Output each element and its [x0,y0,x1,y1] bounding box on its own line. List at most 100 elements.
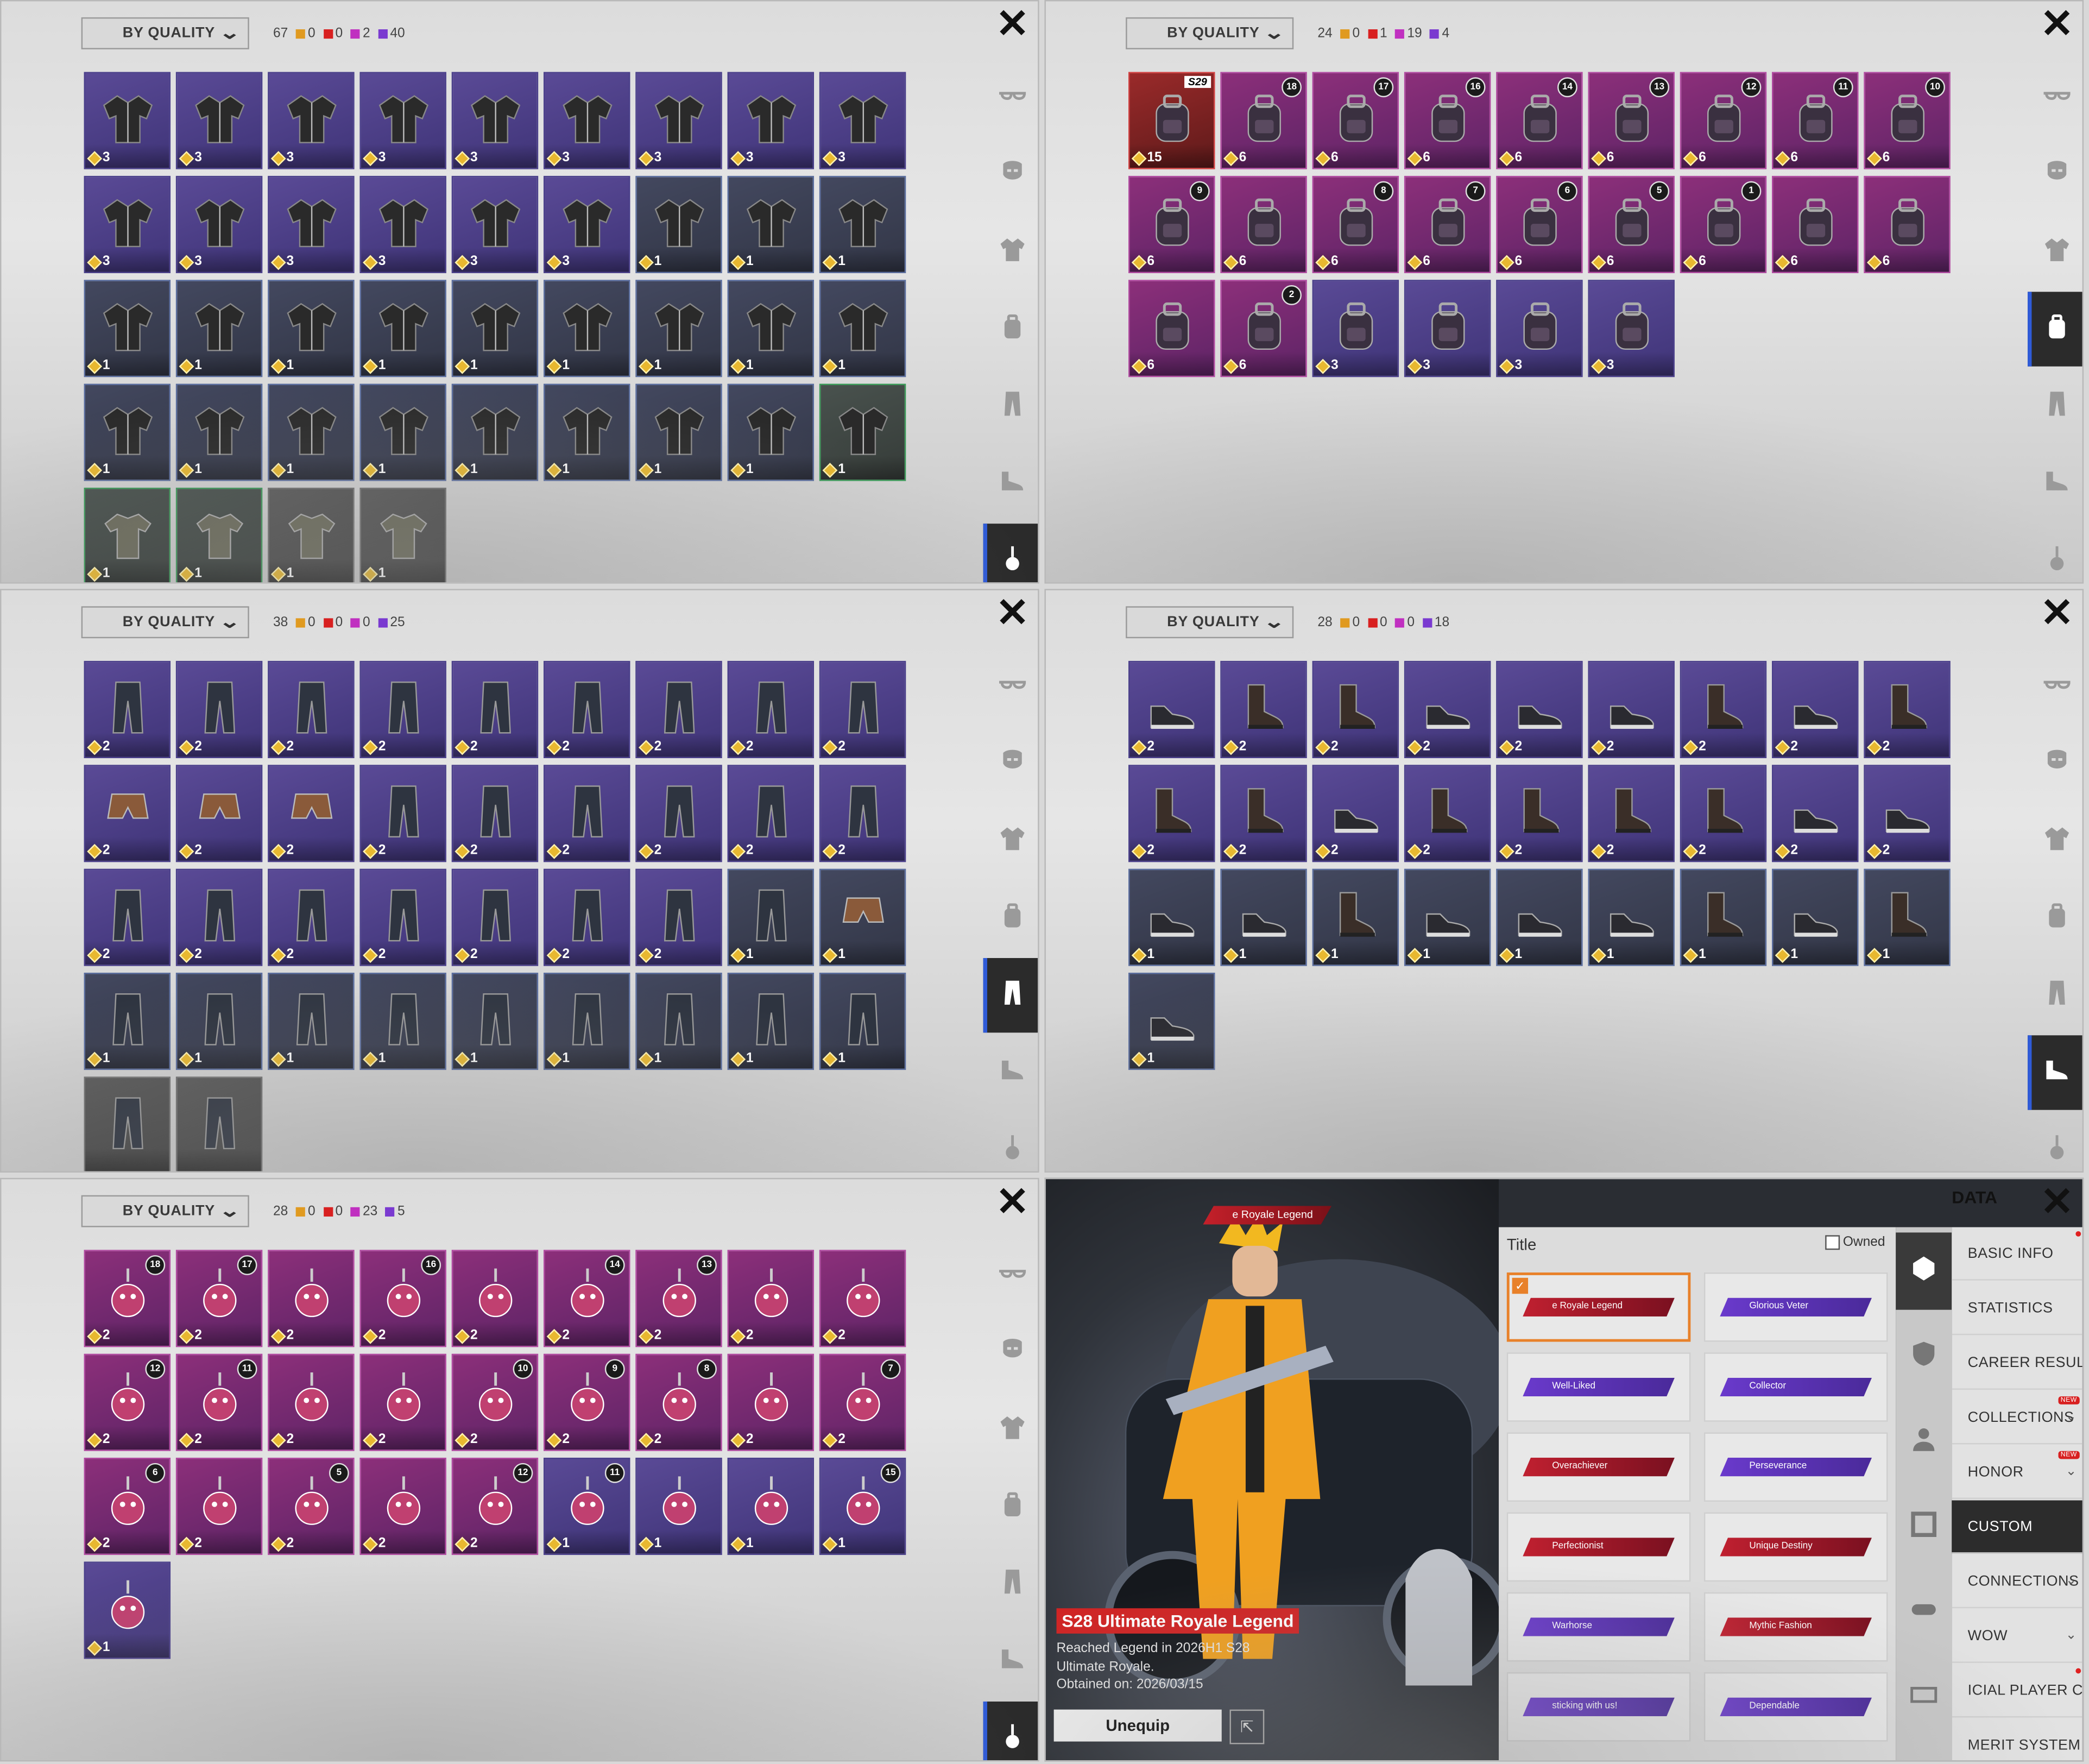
item-slot[interactable]: 1 [635,1458,722,1555]
close-icon[interactable]: ✕ [2040,5,2074,45]
item-slot[interactable]: 3 [543,72,630,169]
sidebar-tab-pendant[interactable] [983,524,1038,583]
item-slot[interactable]: 1 [1312,868,1399,966]
owned-checkbox[interactable] [1825,1235,1840,1250]
item-slot[interactable]: 1 [175,280,263,377]
close-icon[interactable]: ✕ [2040,1182,2074,1223]
item-slot[interactable]: 1 [819,280,906,377]
menu-item[interactable]: HONOR NEW ⌄ [1952,1446,2082,1500]
sidebar-tab-pendant[interactable] [2031,1113,2082,1171]
item-slot[interactable]: 2 [175,765,263,862]
item-slot[interactable]: 2 [175,1458,263,1555]
item-slot[interactable]: 3 [451,175,539,273]
item-slot[interactable]: 1 [1772,868,1859,966]
item-slot[interactable]: 3 [359,175,446,273]
sidebar-tab-jacket[interactable] [987,1393,1038,1467]
custom-tab-frame[interactable] [1896,1488,1952,1565]
item-slot[interactable]: 2 [1680,765,1767,862]
item-slot[interactable]: 1 [268,487,355,583]
item-slot[interactable]: 2 [84,660,171,758]
item-slot[interactable]: 6 13 [1588,72,1675,169]
item-slot[interactable]: 2 [268,765,355,862]
item-slot[interactable]: 2 18 [84,1250,171,1347]
item-slot[interactable]: 67 [1404,175,1491,273]
item-slot[interactable]: 1 [451,280,539,377]
item-slot[interactable]: 6 17 [1312,72,1399,169]
item-slot[interactable]: 68 [1312,175,1399,273]
sidebar-tab-pants[interactable] [987,1547,1038,1621]
item-slot[interactable]: 1 [1588,868,1675,966]
item-slot[interactable]: 3 [1404,280,1491,377]
item-slot[interactable]: 3 [451,72,539,169]
item-slot[interactable]: 1 [451,383,539,481]
item-slot[interactable]: 1 [727,175,815,273]
owned-filter[interactable]: Owned [1825,1235,1885,1250]
item-slot[interactable]: 2 [1496,765,1583,862]
item-slot[interactable]: 3 [84,72,171,169]
item-slot[interactable]: 2 [359,1353,446,1451]
item-slot[interactable]: 1 [727,280,815,377]
menu-item[interactable]: CUSTOM [1952,1500,2082,1554]
title-card[interactable]: sticking with us! [1506,1672,1691,1742]
item-slot[interactable]: 1 [727,868,815,966]
item-slot[interactable]: 1 [1680,868,1767,966]
item-slot[interactable]: 2 [543,765,630,862]
close-icon[interactable]: ✕ [995,5,1030,45]
item-slot[interactable]: 3 [1312,280,1399,377]
item-slot[interactable]: 2 [359,868,446,966]
sidebar-tab-jacket[interactable] [987,215,1038,289]
item-slot[interactable]: 1 [268,972,355,1070]
item-slot[interactable]: 1 [175,972,263,1070]
item-slot[interactable]: 1 [175,383,263,481]
item-slot[interactable]: 2 [1772,660,1859,758]
title-card[interactable]: Warhorse [1506,1592,1691,1662]
item-slot[interactable]: 1 [1128,972,1215,1070]
item-slot[interactable]: 2 [84,765,171,862]
title-card[interactable]: Glorious Veter [1703,1272,1888,1342]
menu-item[interactable]: CAREER RESULTS [1952,1337,2082,1390]
item-slot[interactable]: 2 14 [543,1250,630,1347]
item-slot[interactable]: 1 [359,972,446,1070]
item-slot[interactable]: 1 [1496,868,1583,966]
item-slot[interactable]: 2 [1404,765,1491,862]
share-icon[interactable]: ⇱ [1229,1709,1265,1744]
title-card[interactable]: ✓ e Royale Legend [1506,1272,1691,1342]
item-slot[interactable]: 2 [1220,765,1307,862]
title-card[interactable]: Unique Destiny [1703,1512,1888,1582]
sidebar-tab-glasses[interactable] [987,1238,1038,1312]
menu-item[interactable]: ICIAL PLAYER CARD [1952,1664,2082,1718]
item-slot[interactable]: 1 [84,1561,171,1659]
custom-tab-shield[interactable] [1896,1318,1952,1395]
sort-dropdown[interactable]: BY QUALITY ⌄ [81,17,249,49]
item-slot[interactable]: 1 [359,280,446,377]
item-slot[interactable]: 1 [84,280,171,377]
item-slot[interactable]: 15 S29 [1128,72,1215,169]
title-card[interactable]: Well-Liked [1506,1352,1691,1422]
item-slot[interactable]: 2 [1680,660,1767,758]
item-slot[interactable]: 2 [635,868,722,966]
item-slot[interactable]: 2 [1496,660,1583,758]
item-slot[interactable]: 2 [359,1458,446,1555]
sidebar-tab-mask[interactable] [2031,726,2082,801]
close-icon[interactable]: ✕ [995,1182,1030,1223]
item-slot[interactable]: 26 [84,1458,171,1555]
item-slot[interactable]: 2 [451,1250,539,1347]
item-slot[interactable]: 6 [1220,175,1307,273]
item-slot[interactable]: 3 [359,72,446,169]
item-slot[interactable]: 1 [1864,868,1951,966]
item-slot[interactable]: 2 [727,765,815,862]
item-slot[interactable]: 3 [819,72,906,169]
item-slot[interactable]: 2 [727,1250,815,1347]
item-slot[interactable]: 2 [819,765,906,862]
item-slot[interactable]: 2 [635,660,722,758]
close-icon[interactable]: ✕ [995,594,1030,634]
item-slot[interactable]: 62 [1220,280,1307,377]
item-slot[interactable]: 1 [84,383,171,481]
item-slot[interactable]: 2 10 [451,1353,539,1451]
item-slot[interactable]: 65 [1588,175,1675,273]
item-slot[interactable]: 2 [451,765,539,862]
item-slot[interactable]: 66 [1496,175,1583,273]
item-slot[interactable]: 2 12 [84,1353,171,1451]
sidebar-tab-shoes[interactable] [987,446,1038,521]
sidebar-tab-pants[interactable] [987,369,1038,444]
